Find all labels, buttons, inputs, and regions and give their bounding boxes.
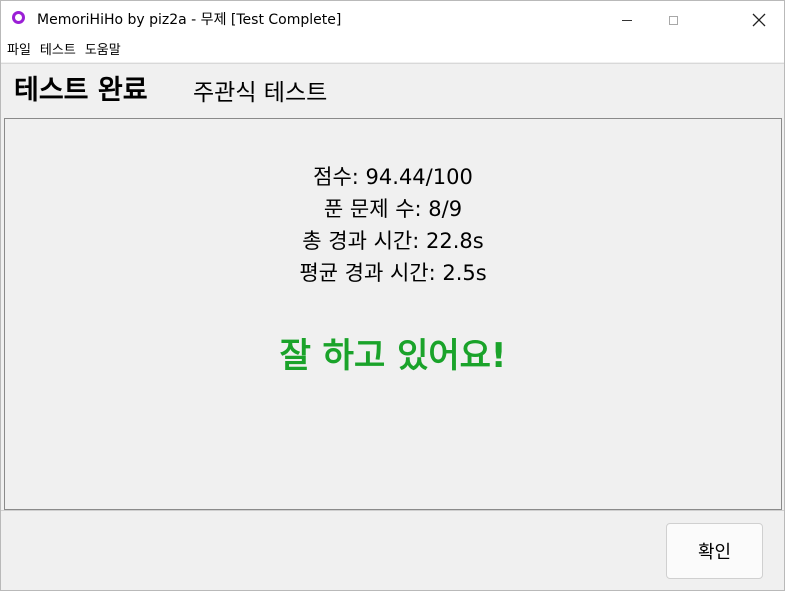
menu-file[interactable]: 파일 (1, 42, 35, 60)
score-text: 점수: 94.44/100 (313, 165, 473, 189)
minimize-button[interactable] (604, 1, 650, 39)
menu-test[interactable]: 테스트 (35, 42, 80, 60)
solved-count-text: 푼 문제 수: 8/9 (323, 197, 463, 221)
close-icon (752, 13, 766, 27)
menu-help[interactable]: 도움말 (80, 42, 125, 60)
page-title: 테스트 완료 (14, 75, 148, 106)
window-title: MemoriHiHo by piz2a - 무제 [Test Complete] (37, 12, 342, 28)
menu-bar: 파일 테스트 도움말 (1, 39, 784, 62)
minimize-icon (622, 19, 632, 21)
footer-divider (1, 510, 784, 511)
app-window: MemoriHiHo by piz2a - 무제 [Test Complete]… (0, 0, 785, 591)
encouragement-message: 잘 하고 있어요! (279, 336, 507, 376)
result-panel: 점수: 94.44/100 푼 문제 수: 8/9 총 경과 시간: 22.8s… (4, 118, 782, 510)
test-type-label: 주관식 테스트 (193, 80, 328, 106)
average-time-text: 평균 경과 시간: 2.5s (299, 261, 487, 285)
result-stats: 점수: 94.44/100 푼 문제 수: 8/9 총 경과 시간: 22.8s… (5, 161, 781, 289)
page-header: 테스트 완료 주관식 테스트 (1, 63, 784, 118)
maximize-icon (668, 15, 678, 25)
title-bar[interactable]: MemoriHiHo by piz2a - 무제 [Test Complete] (1, 1, 784, 39)
total-time-text: 총 경과 시간: 22.8s (302, 229, 484, 253)
confirm-button[interactable]: 확인 (666, 523, 763, 579)
close-button[interactable] (734, 1, 784, 39)
app-ring-icon (12, 11, 25, 24)
maximize-button[interactable] (650, 1, 696, 39)
